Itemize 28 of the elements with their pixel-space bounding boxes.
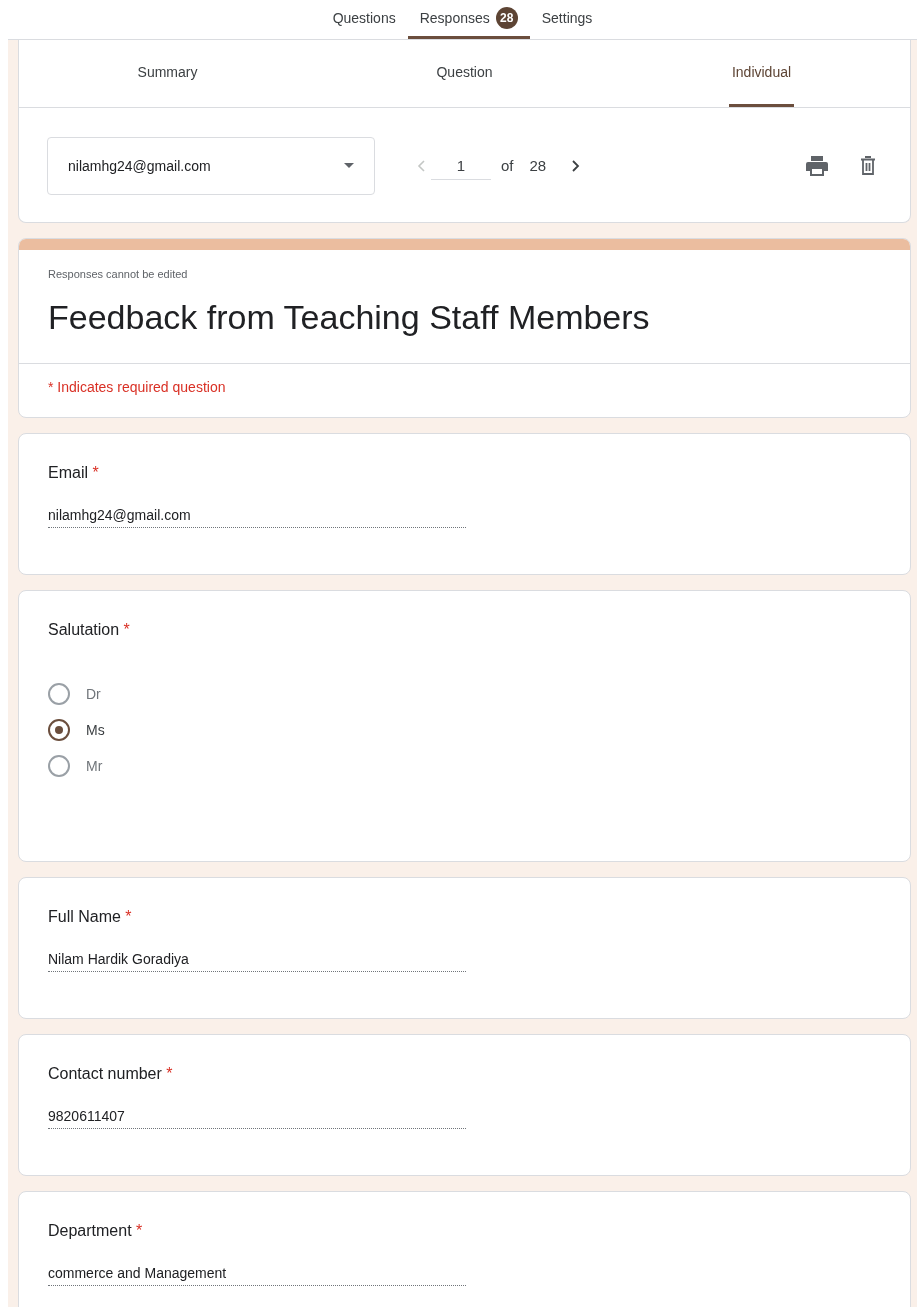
response-tab[interactable]: Summary [19, 40, 316, 107]
question-title: Email * [48, 464, 100, 482]
page-number-field[interactable]: 1 [431, 151, 491, 180]
chevron-right-icon [572, 159, 581, 172]
answer-field: Nilam Hardik Goradiya [48, 951, 466, 972]
answer-field: 9820611407 [48, 1108, 466, 1129]
top-tab[interactable]: Settings [529, 0, 605, 39]
question-title: Department * [48, 1222, 144, 1240]
form-title: Feedback from Teaching Staff Members [48, 298, 651, 337]
radio-option[interactable]: Ms [48, 719, 881, 741]
question-title: Contact number * [48, 1065, 174, 1083]
answer-field: nilamhg24@gmail.com [48, 507, 466, 528]
answer-field: commerce and Management [48, 1265, 466, 1286]
of-label: of [501, 157, 514, 174]
radio-option[interactable]: Mr [48, 755, 881, 777]
response-tab[interactable]: Individual [613, 40, 910, 107]
chevron-left-icon [417, 159, 425, 172]
response-tab[interactable]: Question [316, 40, 613, 107]
count-badge: 28 [495, 7, 518, 29]
dropdown-caret-icon [344, 163, 354, 168]
question-title: Full Name * [48, 908, 133, 926]
top-tab[interactable]: Questions [320, 0, 408, 39]
respondent-dropdown[interactable]: nilamhg24@gmail.com [47, 136, 375, 195]
total-count: 28 [529, 157, 547, 174]
question-title: Salutation * [48, 621, 131, 639]
required-note: * Indicates required question [47, 378, 227, 397]
notice-text: Responses cannot be edited [48, 268, 189, 280]
radio-option[interactable]: Dr [48, 683, 881, 705]
